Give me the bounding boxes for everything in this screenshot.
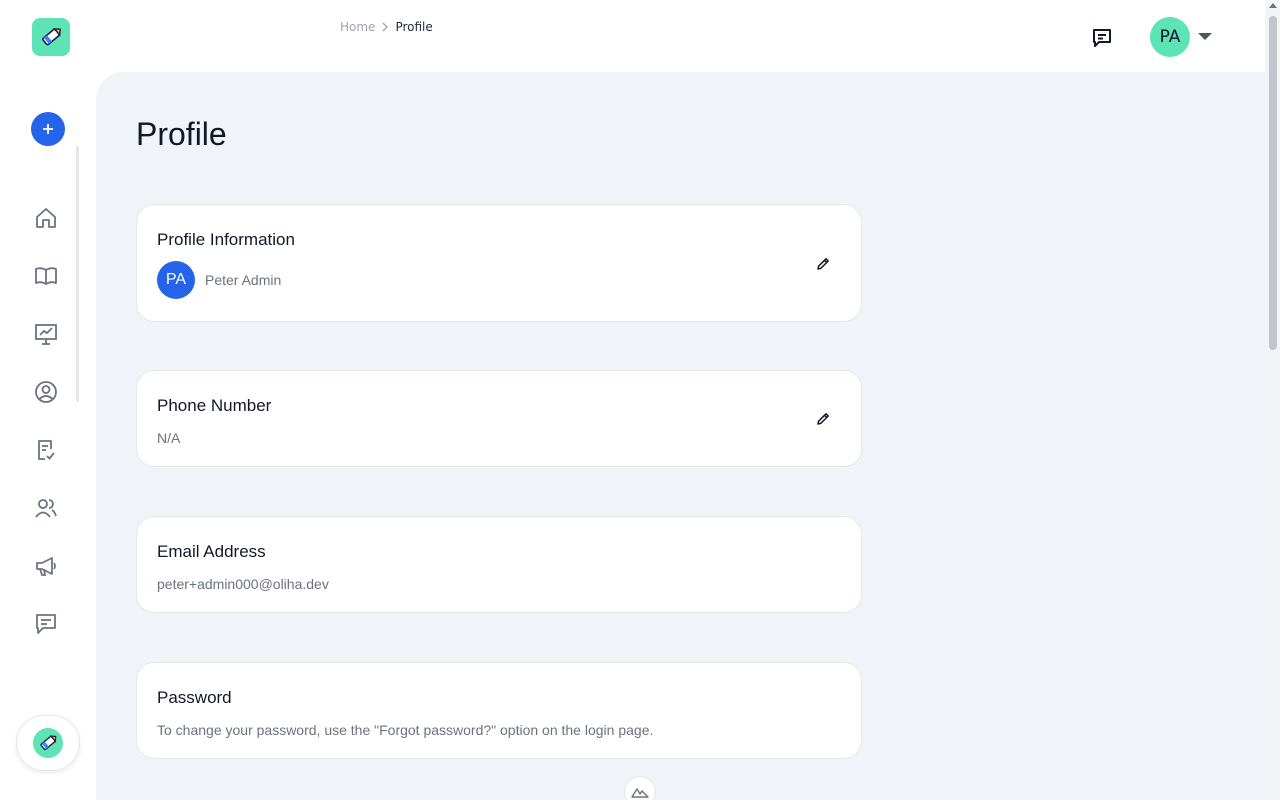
scrollbar-thumb[interactable] (1269, 16, 1277, 350)
profile-row: PA Peter Admin (157, 261, 281, 299)
pencil-icon (817, 413, 829, 425)
page-title: Profile (136, 116, 227, 152)
sidebar-item-messages[interactable] (31, 609, 61, 639)
phone-value: N/A (157, 430, 181, 446)
chevron-down-icon[interactable] (1198, 33, 1212, 40)
scroll-up-arrow-icon[interactable] (1269, 3, 1277, 8)
user-circle-icon (35, 381, 57, 403)
breadcrumb-current: Profile (395, 20, 433, 34)
chat-icon (1093, 29, 1111, 47)
user-avatar[interactable]: PA (1150, 17, 1190, 57)
nuxt-devtools-button[interactable] (624, 776, 656, 800)
sidebar-item-assignments[interactable] (31, 435, 61, 465)
phone-number-card: Phone Number N/A (136, 370, 862, 467)
card-title: Profile Information (157, 230, 295, 249)
page-scrollbar[interactable] (1265, 0, 1280, 800)
sidebar-scrollbar[interactable] (76, 146, 79, 402)
card-title: Email Address (157, 542, 266, 561)
card-title: Password (157, 688, 232, 707)
users-icon (35, 499, 57, 518)
breadcrumb-home-link[interactable]: Home (340, 20, 375, 34)
email-address-card: Email Address peter+admin000@oliha.dev (136, 516, 862, 613)
email-value: peter+admin000@oliha.dev (157, 576, 329, 592)
edit-profile-button[interactable] (811, 252, 835, 276)
sidebar-item-profile[interactable] (31, 377, 61, 407)
profile-name: Peter Admin (205, 272, 282, 288)
breadcrumb: Home Profile (340, 20, 433, 34)
add-button[interactable] (31, 112, 65, 146)
sidebar-bottom-logo-button[interactable] (16, 715, 80, 771)
sidebar-item-announcements[interactable] (31, 551, 61, 581)
pencil-logo-icon (33, 728, 63, 758)
plus-icon (43, 124, 53, 134)
profile-information-card: Profile Information PA Peter Admin (136, 204, 862, 322)
pencil-logo-icon (42, 27, 61, 46)
sidebar-item-home[interactable] (31, 203, 61, 233)
card-title: Phone Number (157, 396, 272, 415)
edit-phone-button[interactable] (811, 407, 835, 431)
app-logo[interactable] (32, 18, 70, 56)
sidebar-item-users[interactable] (31, 493, 61, 523)
clipboard-check-icon (38, 440, 55, 460)
sidebar-item-reports[interactable] (31, 319, 61, 349)
chat-icon (36, 614, 56, 634)
password-card: Password To change your password, use th… (136, 662, 862, 759)
avatar: PA (157, 261, 195, 299)
chevron-right-icon (381, 22, 389, 32)
home-icon (36, 208, 56, 228)
messages-button[interactable] (1088, 24, 1116, 52)
main-content: Profile Profile Information PA Peter Adm… (96, 72, 1266, 800)
presentation-chart-icon (35, 324, 57, 345)
megaphone-icon (36, 557, 56, 576)
sidebar-item-courses[interactable] (31, 261, 61, 291)
password-hint: To change your password, use the "Forgot… (157, 722, 654, 738)
pencil-icon (817, 258, 829, 270)
mountain-logo-icon (631, 788, 649, 798)
book-icon (35, 267, 57, 285)
